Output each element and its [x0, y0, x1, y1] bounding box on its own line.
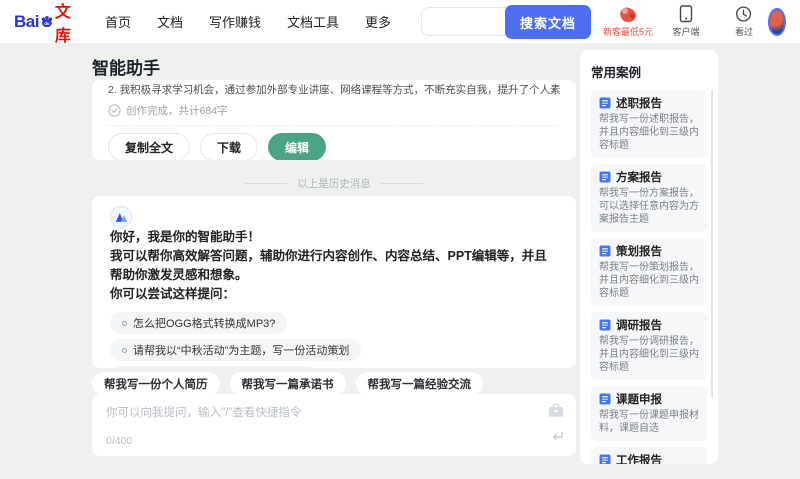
- case-head: 策划报告: [599, 243, 699, 259]
- document-icon: [599, 171, 611, 183]
- client-phone-icon: [679, 5, 693, 23]
- case-card[interactable]: 述职报告 帮我写一份述职报告，并且内容细化到三级内容标题: [591, 90, 707, 158]
- client-entry[interactable]: 客户端: [664, 5, 708, 38]
- suggestion-list: 怎么把OGG格式转换成MP3? 请帮我以“中秋活动”为主题，写一份活动策划 请辅…: [110, 312, 558, 368]
- baidu-paw-icon: du: [41, 15, 53, 27]
- shortcut-command-icon[interactable]: [548, 403, 564, 423]
- case-name: 课题申报: [616, 394, 662, 406]
- nav-item[interactable]: 写作赚钱: [209, 12, 261, 31]
- nav-item[interactable]: 更多: [365, 12, 391, 31]
- case-card[interactable]: 方案报告 帮我写一份方案报告，可以选择任意内容为方案报告主题: [591, 164, 707, 232]
- suggestion-pill[interactable]: 请帮我以“中秋活动”为主题，写一份活动策划: [110, 339, 362, 361]
- svg-text:du: du: [44, 21, 50, 26]
- case-name: 方案报告: [616, 172, 662, 184]
- prompt-input-card: 0/400: [92, 394, 576, 456]
- document-icon: [599, 97, 611, 109]
- dashed-divider: [108, 125, 560, 126]
- history-divider: 以上是历史消息: [92, 176, 576, 191]
- creation-status-text: 创作完成，共计684字: [126, 105, 228, 117]
- suggestion-pill[interactable]: 请辅助我创作一份半年工作总结PPT: [110, 366, 321, 368]
- case-description: 帮我写一份方案报告，可以选择任意内容为方案报告主题: [599, 188, 699, 225]
- case-name: 策划报告: [616, 246, 662, 258]
- case-description: 帮我写一份策划报告，并且内容细化到三级内容标题: [599, 262, 699, 299]
- divider-line-left: [245, 183, 288, 184]
- copy-all-button[interactable]: 复制全文: [108, 133, 191, 160]
- viewed-clock-icon: [736, 6, 752, 22]
- sidebar-scrollbar[interactable]: [711, 90, 713, 398]
- nav-item[interactable]: 文档: [157, 12, 183, 31]
- case-head: 课题申报: [599, 391, 699, 407]
- suggestion-text: 请帮我以“中秋活动”为主题，写一份活动策划: [133, 345, 350, 357]
- char-counter: 0/400: [106, 435, 133, 447]
- download-button[interactable]: 下载: [200, 133, 259, 160]
- document-icon: [599, 393, 611, 405]
- case-description: 帮我写一份调研报告，并且内容细化到三级内容标题: [599, 336, 699, 373]
- quick-chip[interactable]: 帮我写一篇承诺书: [229, 372, 346, 395]
- creation-status: 创作完成，共计684字: [108, 103, 560, 118]
- case-card[interactable]: 调研报告 帮我写一份调研报告，并且内容细化到三级内容标题: [591, 312, 707, 380]
- assistant-greeting-card: 你好，我是你的智能助手！ 我可以帮你高效解答问题，辅助你进行内容创作、内容总结、…: [92, 196, 576, 368]
- viewed-label: 看过: [734, 27, 753, 37]
- document-icon: [599, 319, 611, 331]
- document-icon: [599, 454, 611, 464]
- greeting-line-3: 你可以尝试这样提问：: [110, 287, 236, 301]
- history-divider-text: 以上是历史消息: [297, 178, 371, 190]
- wenku-logo-icon: [115, 212, 127, 222]
- greeting-line-1: 你好，我是你的智能助手！: [110, 230, 261, 244]
- case-card[interactable]: 工作报告 帮我写一份工作报告，工作类型随机: [591, 447, 707, 464]
- quick-chip[interactable]: 帮我写一篇经验交流: [355, 372, 483, 395]
- baidu-wenku-logo[interactable]: Bai du 文库: [14, 0, 77, 46]
- case-list: 述职报告 帮我写一份述职报告，并且内容细化到三级内容标题 方案报告 帮我写一份方…: [591, 90, 707, 464]
- case-description: 帮我写一份课题申报材料，课题自选: [599, 410, 699, 434]
- circle-bullet-icon: [122, 347, 127, 353]
- document-icon: [599, 245, 611, 257]
- case-card[interactable]: 策划报告 帮我写一份策划报告，并且内容细化到三级内容标题: [591, 238, 707, 306]
- case-name: 调研报告: [616, 320, 662, 332]
- history-message-card: 2. 我积极寻求学习机会，通过参加外部专业讲座、网络课程等方式，不断充实自我，提…: [92, 80, 576, 160]
- page-title: 智能助手: [92, 59, 160, 78]
- search-button[interactable]: 搜索文档: [504, 5, 591, 39]
- logo-text-bai: Bai: [14, 11, 39, 31]
- common-cases-title: 常用案例: [591, 66, 642, 80]
- case-card[interactable]: 课题申报 帮我写一份课题申报材料，课题自选: [591, 386, 707, 441]
- greeting-line-2: 我可以帮你高效解答问题，辅助你进行内容创作、内容总结、PPT编辑等，并且帮助你激…: [110, 249, 547, 282]
- circle-bullet-icon: [122, 320, 127, 326]
- case-name: 工作报告: [616, 455, 662, 464]
- quick-chip[interactable]: 帮我写一份个人简历: [92, 372, 220, 395]
- user-avatar[interactable]: [767, 7, 786, 36]
- search-box: 搜索文档: [421, 5, 623, 39]
- common-cases-panel: 常用案例 述职报告 帮我写一份述职报告，并且内容细化到三级内容标题 方案报告 帮…: [580, 50, 718, 464]
- history-message-text: 2. 我积极寻求学习机会，通过参加外部专业讲座、网络课程等方式，不断充实自我，提…: [108, 84, 560, 96]
- nav-item[interactable]: 首页: [105, 12, 131, 31]
- header-right: 新客最低5元 客户端 看过: [603, 5, 766, 38]
- enter-key-icon[interactable]: [550, 430, 564, 448]
- suggestion-text: 怎么把OGG格式转换成MP3?: [133, 318, 276, 330]
- edit-button[interactable]: 编辑: [268, 133, 327, 160]
- assistant-avatar: [110, 206, 132, 228]
- client-label: 客户端: [672, 27, 700, 37]
- main-nav: 首页 文档 写作赚钱 文档工具 更多: [105, 12, 391, 31]
- case-head: 述职报告: [599, 95, 699, 111]
- check-circle-icon: [108, 104, 121, 117]
- message-actions: 复制全文 下载 编辑: [108, 133, 560, 160]
- quick-chip-row: 帮我写一份个人简历 帮我写一篇承诺书 帮我写一篇经验交流: [92, 372, 483, 395]
- case-description: 帮我写一份述职报告，并且内容细化到三级内容标题: [599, 114, 699, 151]
- case-head: 方案报告: [599, 169, 699, 185]
- suggestion-pill[interactable]: 怎么把OGG格式转换成MP3?: [110, 312, 288, 334]
- divider-line-right: [380, 183, 423, 184]
- case-head: 工作报告: [599, 452, 699, 464]
- viewed-entry[interactable]: 看过: [722, 5, 766, 38]
- case-name: 述职报告: [616, 98, 662, 110]
- prompt-input[interactable]: [106, 404, 526, 434]
- top-header: Bai du 文库 首页文档写作赚钱文档工具更多 搜索文档 新客最低5元: [0, 0, 800, 46]
- case-head: 调研报告: [599, 317, 699, 333]
- nav-item[interactable]: 文档工具: [287, 12, 339, 31]
- logo-text-wenku: 文库: [54, 3, 71, 45]
